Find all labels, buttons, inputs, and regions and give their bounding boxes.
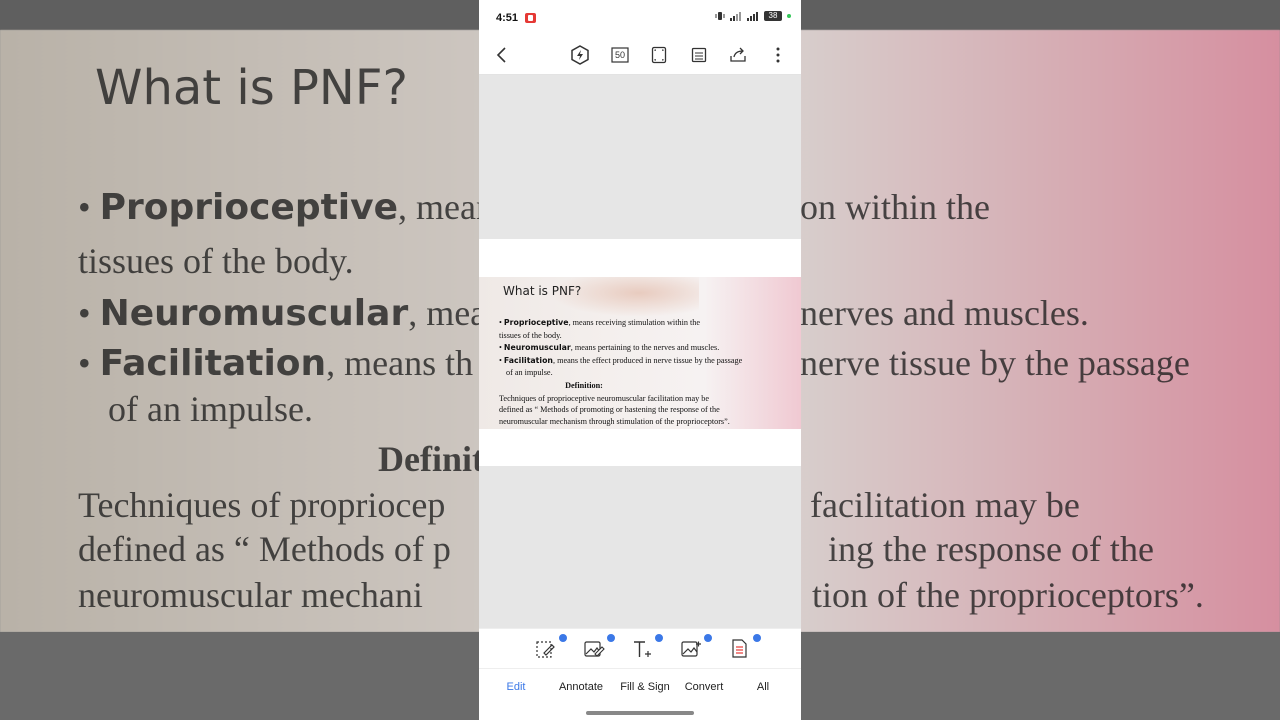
background-line-1-left: • Proprioceptive, means [78,187,509,228]
slide-bullet-neuromuscular: • Neuromuscular, means pertaining to the… [499,343,720,353]
all-tools-button[interactable] [729,634,761,662]
tab-all[interactable]: All [731,681,795,693]
slide-bullet-proprioceptive: • Proprioceptive, means receiving stimul… [499,318,700,327]
background-line-4-right: nerve tissue by the passage [800,343,1190,383]
background-def-1-right: facilitation may be [810,485,1080,525]
slide-definition-heading: Definition: [565,380,603,390]
fit-page-button[interactable] [648,44,670,66]
background-def-2-right: ing the response of the [828,529,1154,569]
slide-definition-line-2: defined as “ Methods of promoting or has… [499,405,720,415]
privacy-dot-icon [787,14,791,18]
convert-tool-button[interactable] [680,634,712,662]
reading-mode-button[interactable] [688,44,710,66]
slide-bullet-facilitation-cont: of an impulse. [506,368,553,378]
background-line-4-left: • Facilitation, means th [78,343,474,384]
pro-badge-icon [559,634,567,642]
pro-badge-icon [753,634,761,642]
edit-tool-button[interactable] [535,634,567,662]
slide-image: What is PNF? • Proprioceptive, means rec… [479,277,801,429]
slide-title: What is PNF? [503,284,582,298]
reading-mode-icon [691,47,707,63]
top-toolbar: 50 [479,36,801,75]
share-icon [730,47,746,62]
home-indicator[interactable] [586,711,694,715]
more-vertical-icon [776,47,780,63]
background-def-3-right: tion of the proprioceptors”. [812,575,1204,615]
bottom-bar: Edit Annotate Fill & Sign Convert All [479,628,801,720]
page-count-label: 50 [614,50,625,60]
pro-badge-icon [655,634,663,642]
edit-text-icon [536,641,555,658]
system-icons: 38 [715,11,791,21]
slide-definition-line-1: Techniques of proprioceptive neuromuscul… [499,393,709,403]
tab-fill-sign[interactable]: Fill & Sign [613,681,677,693]
tab-convert[interactable]: Convert [672,681,736,693]
tab-annotate[interactable]: Annotate [549,681,613,693]
background-def-3-left: neuromuscular mechani [78,575,423,615]
lightning-hexagon-icon [571,45,589,65]
tab-edit[interactable]: Edit [484,681,548,693]
chevron-left-icon [496,47,506,63]
pro-badge-icon [607,634,615,642]
annotate-image-icon [584,641,605,657]
document-list-icon [732,639,747,658]
page-count-button[interactable]: 50 [609,44,631,66]
status-time: 4:51 [496,12,519,24]
phone-screen: 4:51 38 50 What is PNF? • Proprioceptive… [479,0,801,720]
background-line-5: of an impulse. [108,389,313,429]
status-bar: 4:51 38 [479,0,801,36]
background-definition: Definit [378,439,484,479]
background-title: What is PNF? [95,60,408,116]
background-line-2: tissues of the body. [78,241,354,281]
more-options-button[interactable] [767,44,789,66]
vibrate-icon [715,12,725,20]
background-line-1-right: on within the [800,187,990,227]
background-def-2-left: defined as “ Methods of p [78,529,451,569]
fill-sign-tool-button[interactable] [631,634,663,662]
ai-assistant-button[interactable] [569,44,591,66]
slide-body: • Proprioceptive, means receiving stimul… [499,317,799,427]
annotate-tool-button[interactable] [583,634,615,662]
background-line-3-left: • Neuromuscular, mear [78,293,499,334]
signal-2-icon [747,12,758,21]
background-def-1-left: Techniques of propriocep [78,485,446,525]
battery-icon: 38 [764,11,782,21]
screen-record-icon [525,13,536,23]
slide-bullet-facilitation: • Facilitation, means the effect produce… [499,355,743,365]
fit-page-icon [651,46,667,64]
image-add-icon [681,641,701,657]
document-viewer[interactable]: What is PNF? • Proprioceptive, means rec… [479,75,801,628]
share-button[interactable] [727,44,749,66]
slide-definition-line-3: neuromuscular mechanism through stimulat… [499,416,730,426]
background-line-3-right: nerves and muscles. [800,293,1089,333]
slide-bullet-proprioceptive-cont: tissues of the body. [499,330,562,340]
pro-badge-icon [704,634,712,642]
text-insert-icon [634,641,651,657]
back-button[interactable] [491,44,513,66]
signal-icon [730,12,741,21]
tabs-divider [479,668,801,669]
